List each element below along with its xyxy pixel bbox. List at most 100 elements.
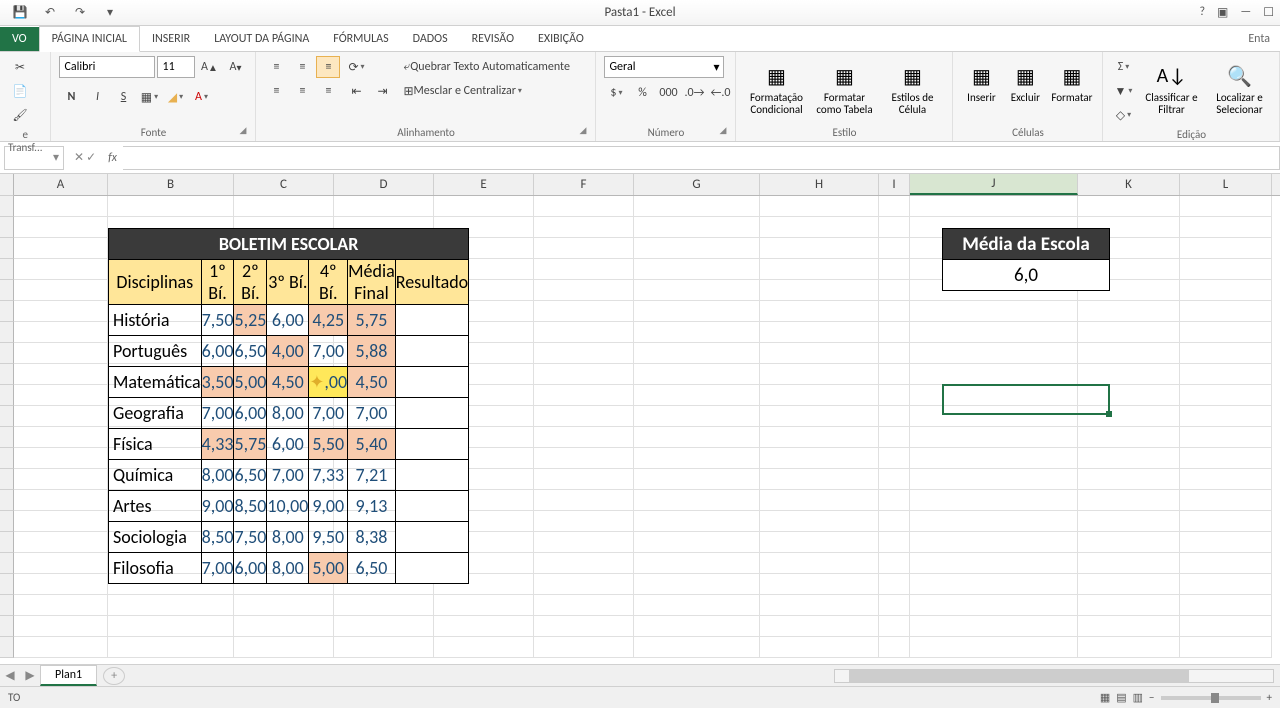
sheet-nav-next[interactable]: ▶ — [20, 668, 40, 683]
result-cell[interactable] — [395, 460, 468, 491]
insert-cells-button[interactable]: ▦Inserir — [961, 56, 1001, 108]
data-cell[interactable]: 5,75 — [234, 429, 267, 460]
result-cell[interactable] — [395, 305, 468, 336]
data-cell[interactable]: 8,00 — [267, 398, 309, 429]
bold-button[interactable]: N — [59, 86, 83, 108]
formula-input[interactable] — [123, 146, 1280, 170]
data-cell[interactable]: 7,00 — [309, 398, 348, 429]
data-cell[interactable]: 5,40 — [348, 429, 396, 460]
percent-button[interactable]: % — [630, 82, 654, 104]
sheet-tab-plan1[interactable]: Plan1 — [40, 665, 97, 686]
data-cell[interactable]: 8,00 — [201, 460, 234, 491]
align-dialog-launcher[interactable]: ◢ — [579, 125, 591, 137]
delete-cells-button[interactable]: ▦Excluir — [1005, 56, 1045, 108]
ribbon-options-button[interactable]: ▣ — [1217, 5, 1228, 20]
currency-button[interactable]: $ — [604, 82, 628, 104]
view-layout-icon[interactable]: ▤ — [1116, 691, 1126, 704]
format-as-table-button[interactable]: ▦Formatar como Tabela — [812, 56, 876, 120]
view-pagebreak-icon[interactable]: ▥ — [1133, 691, 1143, 704]
fx-icon[interactable]: fx — [102, 151, 123, 165]
data-cell[interactable]: 7,33 — [309, 460, 348, 491]
data-cell[interactable]: 6,50 — [234, 336, 267, 367]
column-header-B[interactable]: B — [108, 174, 234, 195]
autosum-button[interactable]: Σ — [1111, 56, 1135, 78]
data-cell[interactable]: 8,00 — [267, 553, 309, 584]
align-bottom[interactable]: ≡ — [316, 56, 340, 78]
zoom-slider[interactable] — [1161, 696, 1261, 700]
discipline-cell[interactable]: Sociologia — [109, 522, 202, 553]
font-name-select[interactable] — [59, 56, 155, 78]
discipline-cell[interactable]: Física — [109, 429, 202, 460]
decrease-font-button[interactable]: A▾ — [223, 56, 247, 78]
align-middle[interactable]: ≡ — [290, 56, 314, 78]
data-cell[interactable]: 7,00 — [348, 398, 396, 429]
data-cell[interactable]: 7,00 — [309, 336, 348, 367]
find-select-button[interactable]: 🔍Localizar e Selecionar — [1207, 56, 1271, 120]
cut-button[interactable]: ✂ — [8, 56, 32, 78]
data-cell[interactable]: 6,00 — [267, 305, 309, 336]
data-cell[interactable]: 4,25 — [309, 305, 348, 336]
data-cell[interactable]: 7,00 — [201, 553, 234, 584]
discipline-cell[interactable]: Matemática — [109, 367, 202, 398]
data-cell[interactable]: 8,50 — [201, 522, 234, 553]
data-cell[interactable]: 9,00 — [309, 491, 348, 522]
result-cell[interactable] — [395, 522, 468, 553]
result-cell[interactable] — [395, 336, 468, 367]
enter-formula-icon[interactable]: ✓ — [86, 150, 96, 165]
data-cell[interactable]: 5,25 — [234, 305, 267, 336]
paste-button[interactable]: 🖌 — [8, 104, 32, 126]
column-header-H[interactable]: H — [760, 174, 879, 195]
column-header-K[interactable]: K — [1078, 174, 1180, 195]
column-header-E[interactable]: E — [434, 174, 534, 195]
font-dialog-launcher[interactable]: ◢ — [239, 125, 251, 137]
data-cell[interactable]: 6,00 — [201, 336, 234, 367]
data-cell[interactable]: 5,75 — [348, 305, 396, 336]
italic-button[interactable]: I — [85, 86, 109, 108]
cell-styles-button[interactable]: ▦Estilos de Célula — [880, 56, 944, 120]
increase-font-button[interactable]: A▲ — [197, 56, 221, 78]
data-cell[interactable]: 4,50 — [348, 367, 396, 398]
data-cell[interactable]: 6,00 — [267, 429, 309, 460]
result-cell[interactable] — [395, 553, 468, 584]
result-cell[interactable] — [395, 398, 468, 429]
qat-customize[interactable]: ▾ — [96, 1, 124, 25]
column-header-A[interactable]: A — [14, 174, 108, 195]
data-cell[interactable]: 4,33 — [201, 429, 234, 460]
align-top[interactable]: ≡ — [264, 56, 288, 78]
comma-button[interactable]: 000 — [656, 82, 680, 104]
zoom-out-button[interactable]: − — [1149, 691, 1154, 704]
data-cell[interactable]: 7,00 — [201, 398, 234, 429]
horizontal-scrollbar[interactable] — [834, 669, 1274, 683]
column-header-D[interactable]: D — [334, 174, 434, 195]
underline-button[interactable]: S — [111, 86, 135, 108]
data-cell[interactable]: 7,50 — [234, 522, 267, 553]
align-right[interactable]: ≡ — [316, 80, 340, 102]
indent-increase[interactable]: ⇥ — [370, 80, 394, 102]
data-cell[interactable]: 6,00 — [234, 553, 267, 584]
format-cells-button[interactable]: ▦Formatar — [1049, 56, 1094, 108]
data-cell[interactable]: 9,00 — [201, 491, 234, 522]
data-cell[interactable]: 5,00 — [309, 553, 348, 584]
spreadsheet-grid[interactable]: ABCDEFGHIJKL BOLETIM ESCOLAR Disciplinas… — [0, 174, 1280, 664]
tab-file[interactable]: VO — [0, 27, 39, 51]
number-format-select[interactable]: Geral▾ — [604, 56, 724, 78]
undo-button[interactable]: ↶ — [36, 1, 64, 25]
view-normal-icon[interactable]: ▦ — [1100, 691, 1110, 704]
data-cell[interactable]: 6,00 — [234, 398, 267, 429]
discipline-cell[interactable]: Geografia — [109, 398, 202, 429]
data-cell[interactable]: 7,00 — [267, 460, 309, 491]
tab-insert[interactable]: INSERIR — [140, 27, 202, 51]
column-header-F[interactable]: F — [534, 174, 634, 195]
sort-filter-button[interactable]: A↓Classificar e Filtrar — [1139, 56, 1203, 120]
conditional-formatting-button[interactable]: ▦Formatação Condicional — [744, 56, 808, 120]
column-header-I[interactable]: I — [879, 174, 910, 195]
result-cell[interactable] — [395, 491, 468, 522]
font-color-button[interactable]: A — [189, 86, 213, 108]
discipline-cell[interactable]: Português — [109, 336, 202, 367]
column-header-G[interactable]: G — [634, 174, 760, 195]
data-cell[interactable]: 4,50 — [267, 367, 309, 398]
fill-button[interactable]: ▼ — [1111, 80, 1135, 102]
tab-formulas[interactable]: FÓRMULAS — [321, 27, 400, 51]
result-cell[interactable] — [395, 367, 468, 398]
copy-button[interactable]: 📄 — [8, 80, 32, 102]
